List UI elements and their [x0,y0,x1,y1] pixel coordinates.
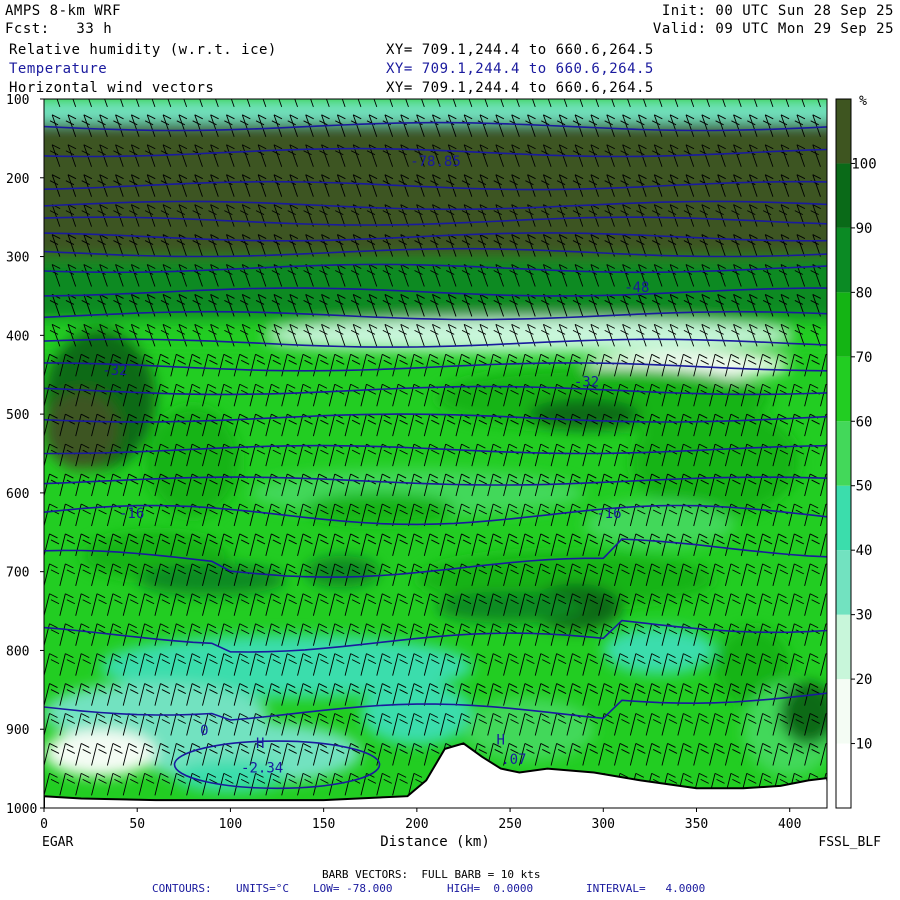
colorbar-segment [836,421,851,486]
x-tick-label: 250 [498,817,521,832]
contour-label: -78.85 [410,154,461,170]
colorbar-segment [836,227,851,293]
wind-barb [44,118,45,137]
colorbar-segment [836,163,851,228]
rh-region [146,406,240,517]
cross-section-chart: -78.85-48-32-32-16 -160-2.34H H.07 1002003… [0,93,881,850]
colorbar-label: 100 [851,156,876,172]
colorbar: % 10 20 30 40 50 60 70 80 90 100 [835,94,877,809]
colorbar-label: 60 [856,414,873,430]
contour-label: -16 [119,506,144,522]
y-tick-label: 900 [6,723,29,738]
colorbar-segment [836,99,851,164]
y-tick-label: 600 [6,487,29,502]
colorbar-segment [836,292,851,357]
x-axis-label: Distance (km) [380,834,490,850]
y-axis-label: Pressure (mb) [0,403,2,505]
x-axis: 0 50 100 150 200 250 300 350 400 [40,808,801,832]
colorbar-label: 30 [856,608,873,624]
colorbar-label: 50 [856,479,873,495]
wind-barb [44,105,45,107]
x-tick-label: 200 [405,817,428,832]
colorbar-segment [836,485,851,551]
wind-barb [44,207,45,227]
x-tick-label: 150 [312,817,335,832]
colorbar-label: 10 [856,737,873,753]
contour-high: HIGH= 0.0000 [447,882,534,895]
contours-label: CONTOURS: [152,882,212,895]
y-tick-label: 700 [6,566,29,581]
rh-region [305,555,380,588]
y-tick-label: 200 [6,172,29,187]
x-tick-label: 350 [685,817,708,832]
colorbar-label: 20 [856,672,873,688]
rh-region [44,390,119,470]
contour-label: H [256,736,264,752]
colorbar-label: 70 [856,350,873,366]
contour-label: H [497,732,505,748]
rh-region [603,626,716,675]
colorbar-segment [836,679,851,744]
barb-legend: BARB VECTORS: FULL BARB = 10 kts [322,868,541,881]
colorbar-segment [836,614,851,680]
rh-region [360,681,473,745]
y-tick-label: 800 [6,644,29,659]
contour-low: LOW= -78.000 [313,882,393,895]
contour-interval: INTERVAL= 4.0000 [586,882,706,895]
y-tick-label: 1000 [6,802,37,817]
plot-area [43,98,828,809]
wind-barb [44,148,45,167]
colorbar-unit: % [859,94,867,109]
rh-region [44,729,156,777]
left-station-label: EGAR [42,835,73,850]
contour-label: -32 [574,375,599,391]
contour-label: -32 [102,363,127,379]
contour-label: -2.34 [241,761,283,777]
rh-region [267,318,790,353]
colorbar-segment [836,550,851,615]
y-tick-label: 500 [6,408,29,423]
y-axis: 100 200 300 400 500 600 700 800 900 1000 Pressure … [0,93,44,817]
colorbar-label: 40 [856,543,873,559]
contour-label: -48 [624,280,649,296]
x-tick-label: 0 [40,817,48,832]
contour-label: 0 [200,723,208,739]
wind-barb [44,237,45,257]
contour-units: UNITS=°C [236,882,289,895]
colorbar-segment [836,356,851,422]
x-tick-label: 50 [129,817,145,832]
wind-barb [44,267,45,287]
y-tick-label: 100 [6,93,29,108]
y-tick-label: 400 [6,329,29,344]
x-tick-label: 100 [219,817,242,832]
right-station-label: FSSL_BLF [818,835,881,850]
contour-label: -16 [596,506,621,522]
rh-region [528,398,641,430]
contour-label: .07 [501,752,526,768]
wind-barb [44,297,45,317]
y-tick-label: 300 [6,251,29,266]
colorbar-label: 80 [856,285,873,301]
x-tick-label: 300 [592,817,615,832]
x-tick-label: 400 [778,817,801,832]
colorbar-segment [836,743,851,808]
colorbar-label: 90 [856,221,873,237]
